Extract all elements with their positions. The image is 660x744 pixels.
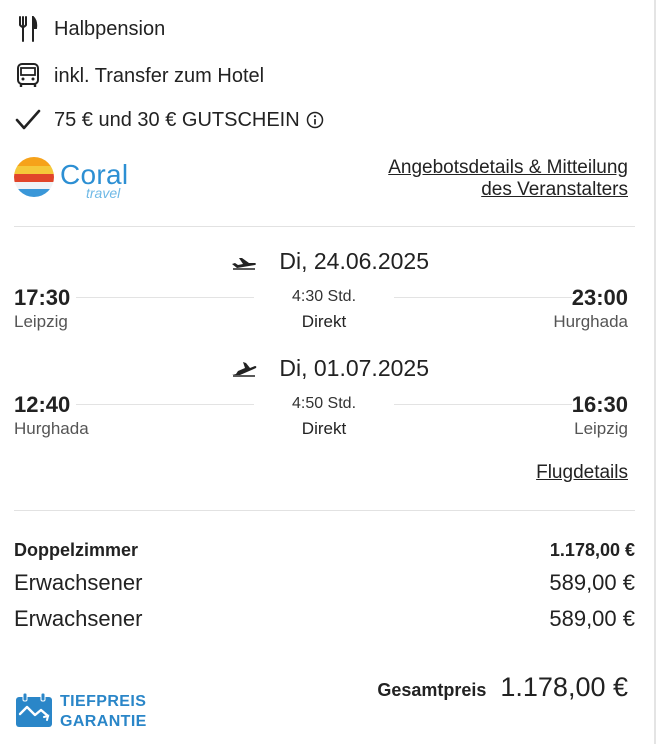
- arrive-city: Hurghada: [553, 312, 628, 331]
- feature-voucher: 75 € und 30 € GUTSCHEIN: [14, 105, 324, 135]
- badge-text: TIEFPREIS GARANTIE: [60, 692, 147, 732]
- divider: [14, 510, 635, 511]
- operator-logo: Coral travel: [12, 153, 136, 205]
- offer-details-link[interactable]: Angebotsdetails & Mitteilung des Veranst…: [328, 157, 628, 201]
- arrive-time: 23:00: [571, 285, 628, 310]
- divider: [14, 226, 635, 227]
- coral-globe-icon: [14, 157, 54, 197]
- logo-subtext: travel: [86, 185, 121, 201]
- feature-label: inkl. Transfer zum Hotel: [54, 64, 265, 87]
- flight-details-link[interactable]: Flugdetails: [536, 462, 628, 484]
- person-price-row: Erwachsener 589,00 €: [14, 606, 635, 632]
- arrive-city: Leipzig: [574, 419, 628, 438]
- room-price: 1.178,00 €: [549, 540, 635, 560]
- depart-city: Hurghada: [14, 419, 89, 438]
- outbound-date: Di, 24.06.2025: [0, 248, 660, 276]
- flight-type: Direkt: [301, 419, 347, 438]
- return-date-text: Di, 01.07.2025: [279, 355, 429, 381]
- offer-details-link-line2[interactable]: des Veranstalters: [328, 179, 628, 201]
- plane-departure-icon: [231, 249, 257, 276]
- bus-icon: [14, 62, 42, 90]
- return-date: Di, 01.07.2025: [0, 355, 660, 383]
- person-label: Erwachsener: [14, 606, 143, 631]
- depart-time: 12:40: [14, 392, 71, 417]
- low-price-guarantee-badge: TIEFPREIS GARANTIE: [14, 690, 164, 732]
- person-price: 589,00 €: [549, 570, 635, 595]
- flight-type: Direkt: [301, 312, 347, 331]
- checkmark-icon: [14, 106, 42, 134]
- plane-return-icon: [231, 356, 257, 383]
- room-price-row: Doppelzimmer 1.178,00 €: [14, 540, 635, 561]
- offer-details-link-line1[interactable]: Angebotsdetails & Mitteilung: [328, 157, 628, 179]
- total-label: Gesamtpreis: [377, 680, 487, 700]
- feature-transfer: inkl. Transfer zum Hotel: [14, 61, 264, 91]
- room-label: Doppelzimmer: [14, 540, 139, 560]
- offer-card: Halbpension inkl. Transfer zum Hotel 75 …: [0, 0, 656, 744]
- total-value: 1.178,00 €: [500, 672, 628, 702]
- arrive-time: 16:30: [571, 392, 628, 417]
- depart-time: 17:30: [14, 285, 71, 310]
- calendar-guarantee-icon: [16, 692, 52, 727]
- feature-meal: Halbpension: [14, 14, 165, 44]
- flight-duration: 4:30 Std.: [254, 288, 394, 306]
- flight-duration: 4:50 Std.: [254, 395, 394, 413]
- badge-line2: GARANTIE: [60, 713, 147, 730]
- person-price: 589,00 €: [549, 606, 635, 631]
- info-icon[interactable]: [306, 111, 324, 129]
- badge-line1: TIEFPREIS: [60, 693, 147, 710]
- person-label: Erwachsener: [14, 570, 143, 595]
- person-price-row: Erwachsener 589,00 €: [14, 570, 635, 596]
- total-price: Gesamtpreis 1.178,00 €: [377, 672, 628, 703]
- feature-label: 75 € und 30 € GUTSCHEIN: [54, 108, 300, 131]
- feature-label: Halbpension: [54, 17, 166, 40]
- fork-knife-icon: [14, 15, 42, 43]
- outbound-date-text: Di, 24.06.2025: [279, 248, 429, 274]
- depart-city: Leipzig: [14, 312, 68, 331]
